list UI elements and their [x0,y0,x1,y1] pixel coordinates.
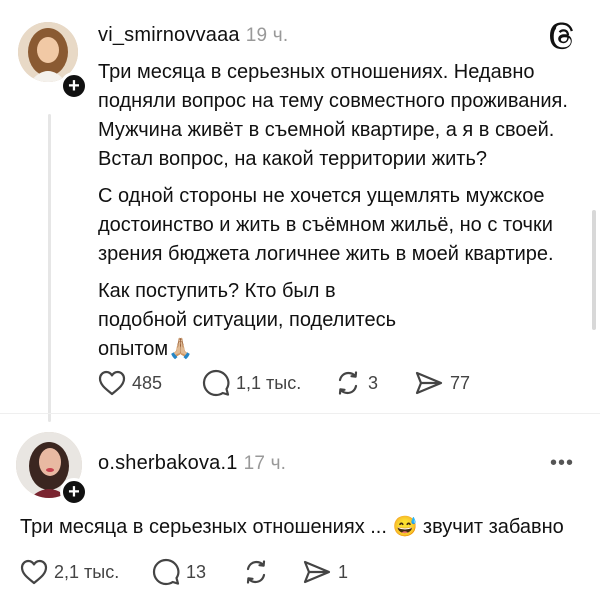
post-comment-button[interactable]: 1,1 тыс. [202,369,334,397]
post-body: Три месяца в серьезных отношениях. Недав… [98,58,588,372]
more-dots-icon[interactable]: ••• [550,452,574,475]
post-paragraph-3: Как поступить? Кто был в подобной ситуац… [98,280,396,360]
post-paragraph-2: С одной стороны не хочется ущемлять мужс… [98,185,554,265]
thread-connector-line [48,114,51,422]
comment-actions: 2,1 тыс. 13 1 [20,558,348,586]
share-send-icon [303,560,331,584]
comment-body: Три месяца в серьезных отношениях ... 😅 … [20,516,564,538]
follow-plus-icon[interactable]: + [60,72,88,100]
share-send-icon [415,371,443,395]
post-username[interactable]: vi_smirnovvaaa [98,24,240,46]
scrollbar[interactable] [592,210,596,330]
comment-author-username[interactable]: o.sherbakova.1 17 ч. [98,452,286,475]
comment-like-button[interactable]: 2,1 тыс. [20,559,152,585]
comment-bubble-icon [202,369,230,397]
post-author-username[interactable]: vi_smirnovvaaa 19 ч. [98,24,288,47]
post-like-count: 485 [132,372,163,393]
follow-plus-icon[interactable]: + [60,478,88,506]
post-like-button[interactable]: 485 [98,370,202,396]
comment-share-button[interactable]: 1 [302,558,348,586]
comment-bubble-icon [152,558,180,586]
divider [0,413,600,414]
comment-comment-button[interactable]: 13 [152,558,242,586]
comment-like-count: 2,1 тыс. [54,561,120,582]
heart-icon [98,370,126,396]
post-comment-count: 1,1 тыс. [236,372,302,393]
post-repost-button[interactable]: 3 [334,369,414,397]
post-repost-count: 3 [368,372,379,393]
comment-comment-count: 13 [186,561,207,582]
comment-time: 17 ч. [243,453,287,474]
post-time: 19 ч. [245,25,289,46]
post-paragraph-1: Три месяца в серьезных отношениях. Недав… [98,61,568,170]
post-actions: 485 1,1 тыс. 3 77 [98,369,470,397]
post-share-button[interactable]: 77 [414,369,470,397]
comment-share-count: 1 [338,561,349,582]
heart-icon [20,559,48,585]
threads-logo-icon[interactable] [550,22,578,50]
repost-icon [338,371,358,395]
repost-icon [246,560,266,584]
comment-repost-button[interactable] [242,558,302,586]
post-share-count: 77 [450,372,471,393]
comment-username[interactable]: o.sherbakova.1 [98,452,238,474]
